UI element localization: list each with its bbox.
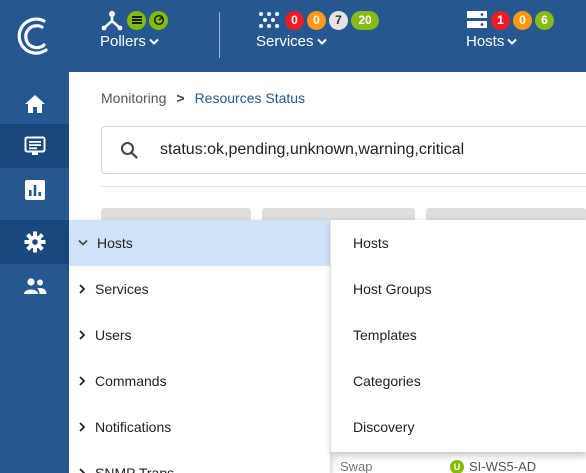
config-menu-services[interactable]: Services: [69, 266, 330, 312]
hosts-status-menu[interactable]: 1 0 6 Hosts: [466, 8, 554, 50]
chart-icon: [24, 180, 45, 200]
menu-item-label: Notifications: [95, 419, 172, 435]
hosts-submenu: Hosts Host Groups Templates Categories D…: [330, 220, 586, 452]
hosts-label: Hosts: [466, 33, 505, 50]
hosts-down-badge[interactable]: 1: [491, 10, 510, 30]
host-name: SI-WS5-AD: [469, 459, 537, 473]
breadcrumb: Monitoring > Resources Status: [101, 90, 305, 106]
users-icon: [23, 278, 46, 294]
status-badge: U: [450, 459, 464, 473]
submenu-discovery[interactable]: Discovery: [331, 404, 586, 450]
chevron-down-icon: [149, 38, 159, 45]
services-ok-badge[interactable]: 20: [351, 10, 379, 30]
chevron-down-icon: [507, 38, 518, 45]
database-status-icon: [127, 10, 146, 30]
search-icon: [121, 142, 138, 159]
breadcrumb-separator: >: [176, 90, 185, 106]
table-cell: U SI-WS5-AD: [450, 459, 536, 473]
nav-reporting[interactable]: [0, 168, 69, 212]
config-menu-notifications[interactable]: Notifications: [69, 404, 330, 450]
table-cell: Swap: [340, 459, 373, 473]
menu-item-label: Services: [95, 281, 149, 297]
services-status-menu[interactable]: 0 0 7 20 Services: [256, 8, 379, 50]
services-grid-icon: [259, 12, 279, 28]
services-unknown-badge[interactable]: 7: [329, 10, 348, 30]
hosts-up-badge[interactable]: 6: [535, 10, 554, 30]
menu-item-label: SNMP Traps: [95, 465, 175, 473]
submenu-host-groups[interactable]: Host Groups: [331, 266, 586, 312]
submenu-templates[interactable]: Templates: [331, 312, 586, 358]
table-row[interactable]: Swap U SI-WS5-AD: [330, 452, 586, 473]
pollers-menu[interactable]: Pollers: [100, 8, 168, 50]
home-icon: [24, 95, 45, 113]
chevron-right-icon: [79, 422, 86, 432]
menu-item-label: Hosts: [97, 235, 133, 251]
breadcrumb-resources-status[interactable]: Resources Status: [195, 90, 306, 106]
latency-status-icon: [149, 10, 168, 30]
server-icon: [467, 11, 487, 28]
submenu-categories[interactable]: Categories: [331, 358, 586, 404]
search-input[interactable]: [160, 141, 580, 159]
chevron-down-icon: [316, 38, 327, 45]
app-root: Pollers 0 0 7 20 Services 1 0 6 Hosts Mo…: [0, 0, 586, 473]
pollers-icon: [101, 11, 123, 31]
chevron-right-icon: [79, 376, 86, 386]
menu-item-label: Users: [95, 327, 132, 343]
search-bar[interactable]: [101, 126, 586, 174]
chevron-down-icon: [78, 239, 88, 246]
services-warning-badge[interactable]: 0: [307, 10, 326, 30]
top-header: Pollers 0 0 7 20 Services 1 0 6 Hosts: [0, 0, 586, 72]
services-label: Services: [256, 33, 314, 50]
breadcrumb-monitoring[interactable]: Monitoring: [101, 90, 166, 106]
config-menu-users[interactable]: Users: [69, 312, 330, 358]
chevron-right-icon: [79, 330, 86, 340]
monitor-icon: [24, 136, 45, 155]
submenu-hosts[interactable]: Hosts: [331, 220, 586, 266]
configuration-menu: Hosts Services Users Commands Notificati…: [69, 220, 330, 473]
header-divider: [219, 12, 220, 58]
nav-home[interactable]: [0, 82, 69, 126]
services-critical-badge[interactable]: 0: [285, 10, 304, 30]
left-navigation: [0, 72, 69, 473]
content-divider: [101, 186, 586, 187]
chevron-right-icon: [79, 468, 86, 473]
chevron-right-icon: [79, 284, 86, 294]
nav-configuration[interactable]: [0, 220, 69, 264]
nav-administration[interactable]: [0, 264, 69, 308]
config-menu-hosts[interactable]: Hosts: [69, 220, 330, 266]
gear-icon: [24, 231, 45, 253]
nav-monitoring[interactable]: [0, 124, 69, 168]
pollers-label: Pollers: [100, 33, 146, 50]
config-menu-commands[interactable]: Commands: [69, 358, 330, 404]
config-menu-snmp-traps[interactable]: SNMP Traps: [69, 450, 330, 473]
hosts-unreachable-badge[interactable]: 0: [513, 10, 532, 30]
centreon-logo-icon[interactable]: [14, 14, 56, 58]
menu-item-label: Commands: [95, 373, 167, 389]
